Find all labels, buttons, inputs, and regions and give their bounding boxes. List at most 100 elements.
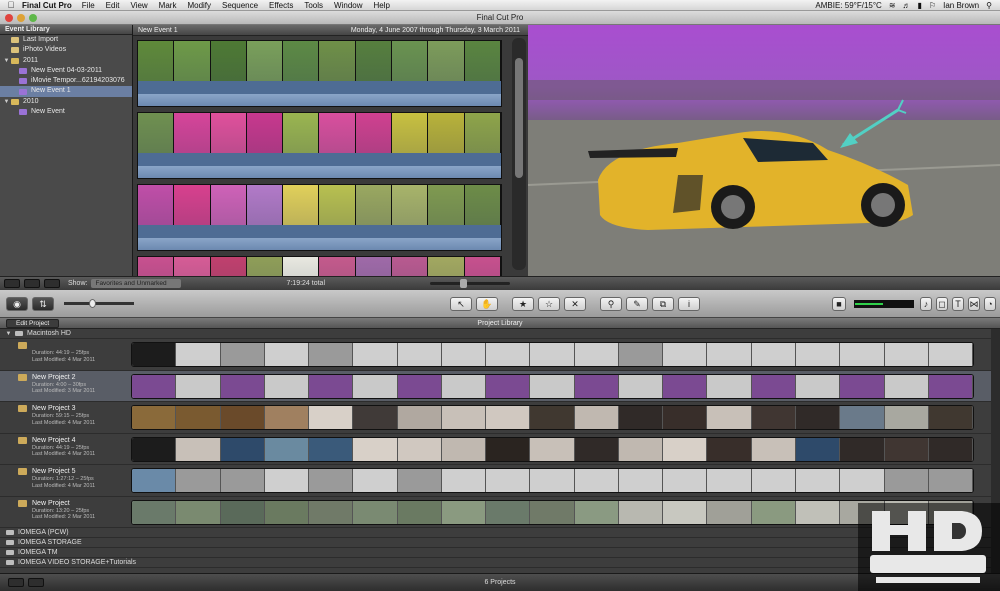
filmstrip-frame[interactable] (795, 437, 841, 461)
project-row[interactable]: New Project 2 Duration: 4:00 – 30fps Last … (0, 370, 1000, 402)
clip-row[interactable] (137, 112, 502, 179)
camera-import-button[interactable]: ◉ (6, 296, 28, 311)
filmstrip-frame[interactable] (441, 374, 487, 398)
project-row[interactable]: New Project Duration: 13:20 – 25fps Last M… (0, 497, 1000, 528)
filmstrip-frame[interactable] (928, 406, 973, 429)
clip-frame[interactable] (138, 113, 175, 153)
filmstrip-frame[interactable] (132, 374, 177, 398)
clip-frame[interactable] (174, 113, 211, 153)
filmstrip-frame[interactable] (486, 374, 531, 398)
clip-frame[interactable] (319, 41, 356, 81)
filmstrip-frame[interactable] (530, 343, 575, 366)
menu-file[interactable]: File (82, 1, 95, 10)
spotlight-icon[interactable]: ⚲ (986, 1, 992, 10)
filmstrip-frame[interactable] (574, 469, 619, 492)
filmstrip-frame[interactable] (840, 343, 885, 366)
project-view-button[interactable] (8, 578, 24, 587)
filmstrip-frame[interactable] (663, 437, 708, 461)
filmstrip-frame[interactable] (353, 437, 398, 461)
filmstrip-frame[interactable] (795, 406, 841, 429)
clip-frame[interactable] (283, 41, 320, 81)
clip-frame[interactable] (246, 113, 284, 153)
filmstrip-frame[interactable] (530, 469, 575, 492)
filmstrip-frame[interactable] (928, 343, 973, 366)
filmstrip-frame[interactable] (441, 500, 487, 524)
library-toggle-button[interactable] (4, 279, 20, 288)
filmstrip-frame[interactable] (707, 374, 752, 398)
filmstrip-frame[interactable] (132, 343, 177, 366)
event-browser-scrollbar[interactable] (512, 38, 526, 270)
filmstrip-frame[interactable] (220, 469, 265, 492)
project-row[interactable]: New Project 3 Duration: 59:15 – 25fps Last… (0, 402, 1000, 434)
filmstrip-frame[interactable] (884, 437, 929, 461)
filmstrip-frame[interactable] (663, 343, 708, 366)
project-filmstrip[interactable] (131, 342, 974, 367)
project-name[interactable]: New Project 5 (20, 468, 130, 476)
menu-view[interactable]: View (130, 1, 147, 10)
disclosure-triangle-icon[interactable]: ▼ (4, 329, 13, 339)
viewer[interactable] (528, 25, 1000, 276)
select-tool-button[interactable]: ↖ (450, 296, 472, 311)
filmstrip-frame[interactable] (530, 437, 575, 461)
event-library-item[interactable]: New Event (0, 107, 132, 117)
filmstrip-frame[interactable] (574, 406, 619, 429)
filmstrip-frame[interactable] (397, 469, 442, 492)
title-browser-button[interactable]: T (952, 296, 964, 311)
edit-project-button[interactable]: Edit Project (6, 319, 60, 328)
filmstrip-frame[interactable] (176, 500, 221, 524)
filmstrip-frame[interactable] (220, 406, 265, 429)
clip-frame[interactable] (392, 113, 429, 153)
clip-frame[interactable] (210, 185, 247, 225)
filmstrip-frame[interactable] (663, 500, 708, 524)
play-project-button[interactable] (28, 578, 44, 587)
inspector-button[interactable]: i (678, 296, 700, 311)
filmstrip-frame[interactable] (530, 500, 575, 524)
clip-frame[interactable] (355, 113, 393, 153)
filmstrip-frame[interactable] (707, 343, 752, 366)
volume-slider[interactable] (64, 299, 134, 308)
filmstrip-frame[interactable] (353, 343, 398, 366)
filmstrip-frame[interactable] (353, 374, 398, 398)
menu-modify[interactable]: Modify (187, 1, 211, 10)
apple-menu-icon[interactable]:  (0, 0, 22, 10)
zoom-window-icon[interactable] (29, 14, 37, 22)
filmstrip-frame[interactable] (751, 374, 796, 398)
project-row[interactable]: Duration: 44:19 – 25fps Last Modified: 4 … (0, 339, 1000, 371)
volume-icon[interactable]: ♬ (903, 1, 911, 10)
favorite-button[interactable]: ★ (512, 296, 534, 311)
menu-window[interactable]: Window (334, 1, 362, 10)
wifi-icon[interactable]: ≋ (889, 1, 896, 10)
filmstrip-frame[interactable] (309, 437, 354, 461)
event-library-item[interactable]: New Event 1 (0, 86, 132, 97)
clip-frame[interactable] (319, 185, 356, 225)
event-library-item[interactable]: iPhoto Videos (0, 45, 132, 55)
clip-frame[interactable] (464, 113, 501, 153)
disclosure-triangle-icon[interactable]: ▼ (2, 56, 11, 66)
filmstrip-frame[interactable] (840, 469, 885, 492)
filmstrip-frame[interactable] (176, 469, 221, 492)
menu-edit[interactable]: Edit (106, 1, 120, 10)
filmstrip-frame[interactable] (840, 406, 885, 429)
clip-frame[interactable] (319, 113, 356, 153)
filmstrip-frame[interactable] (618, 343, 664, 366)
filmstrip-frame[interactable] (795, 469, 841, 492)
filmstrip-frame[interactable] (928, 437, 973, 461)
filmstrip-frame[interactable] (530, 406, 575, 429)
filmstrip-frame[interactable] (574, 500, 619, 524)
filmstrip-frame[interactable] (663, 469, 708, 492)
project-filmstrip[interactable] (131, 373, 974, 399)
filmstrip-frame[interactable] (264, 437, 310, 461)
filmstrip-frame[interactable] (707, 469, 752, 492)
event-library-item[interactable]: New Event 04-03-2011 (0, 66, 132, 76)
clip-frame[interactable] (428, 185, 465, 225)
clip-frame[interactable] (138, 41, 175, 81)
clip-frame[interactable] (428, 113, 465, 153)
filmstrip-frame[interactable] (795, 343, 841, 366)
unmark-button[interactable]: ☆ (538, 296, 560, 311)
filmstrip-frame[interactable] (264, 469, 310, 492)
filmstrip-frame[interactable] (220, 374, 265, 398)
filmstrip-frame[interactable] (751, 437, 796, 461)
project-name[interactable] (20, 342, 130, 350)
clip-frame[interactable] (355, 185, 393, 225)
filmstrip-frame[interactable] (751, 406, 796, 429)
